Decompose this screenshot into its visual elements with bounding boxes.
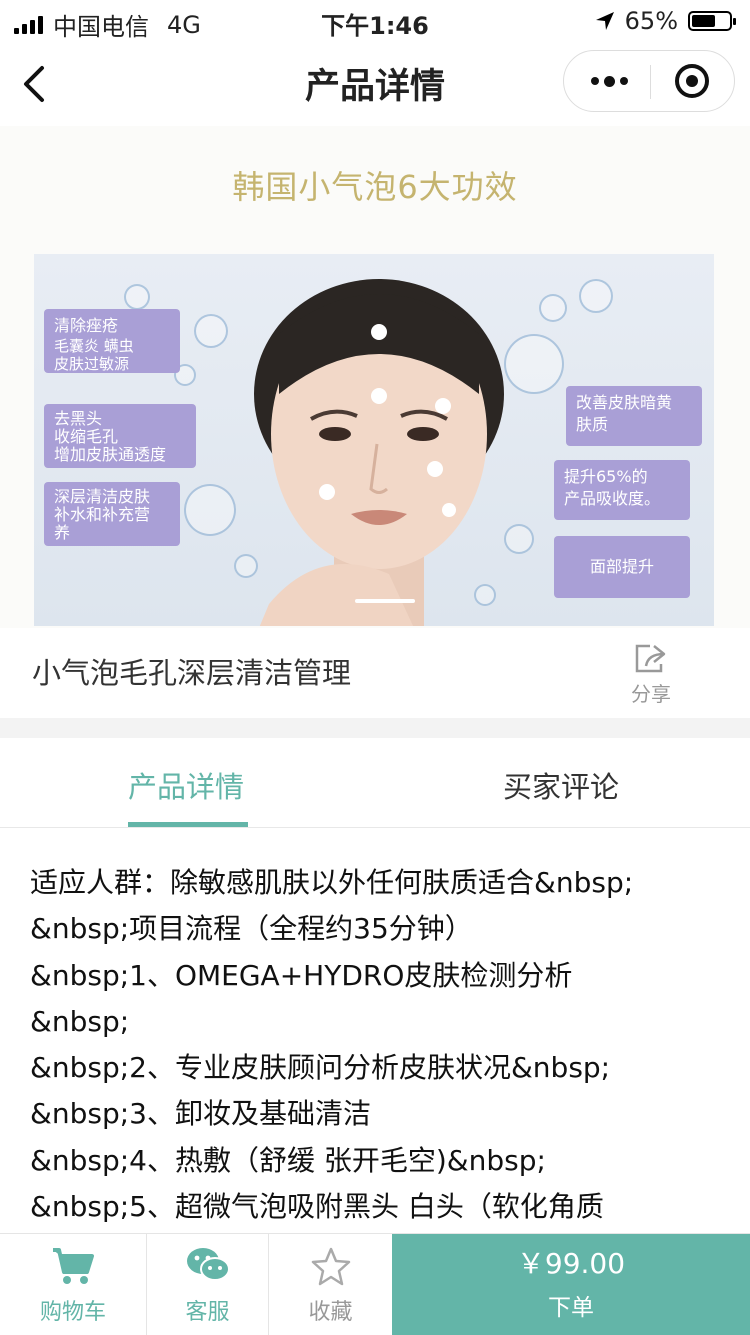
order-price: ￥99.00	[516, 1247, 626, 1280]
nav-bar: 产品详情	[0, 42, 750, 126]
description-line: &nbsp;	[30, 1004, 130, 1038]
tag-line: 增加皮肤通透度	[54, 445, 167, 464]
bubble-decor	[184, 484, 236, 536]
bubble-decor	[579, 279, 613, 313]
tag-line: 皮肤过敏源	[54, 355, 130, 373]
tag-line: 去黑头	[54, 409, 103, 428]
star-icon	[311, 1247, 350, 1286]
location-arrow-icon	[595, 12, 614, 30]
effect-tag-right-1: 改善皮肤暗黄 肤质	[566, 386, 702, 446]
description-line: &nbsp;4、热敷（舒缓 张开毛空)&nbsp;	[30, 1143, 546, 1177]
capsule-divider	[650, 65, 651, 99]
place-order-button[interactable]: ￥99.00 下单	[392, 1234, 750, 1335]
description-line: &nbsp;1、OMEGA+HYDRO皮肤检测分析	[30, 958, 573, 992]
share-label: 分享	[631, 682, 671, 706]
active-tab-indicator	[128, 822, 248, 827]
product-description: 适应人群：除敏感肌肤以外任何肤质适合&nbsp; &nbsp;项目流程（全程约3…	[30, 860, 730, 1230]
mini-program-capsule	[563, 50, 735, 112]
status-right: 65%	[595, 7, 736, 35]
service-label: 客服	[185, 1300, 230, 1325]
battery-percent: 65%	[624, 7, 678, 35]
tag-line: 提升65%的	[564, 467, 648, 486]
product-image-carousel[interactable]: 韩国小气泡6大功效 清除痤疮 毛囊炎 螨虫 皮肤过敏源 去黑头 收缩毛孔 增加皮…	[0, 126, 750, 628]
favorite-label: 收藏	[308, 1300, 353, 1325]
cart-icon	[53, 1248, 94, 1284]
effect-tag-left-3: 深层清洁皮肤 补水和补充营 养	[44, 482, 180, 546]
target-icon[interactable]	[674, 63, 710, 99]
battery-icon	[688, 11, 736, 31]
carousel-indicator	[355, 599, 415, 603]
tag-line: 深层清洁皮肤	[54, 487, 151, 506]
wechat-icon	[186, 1248, 230, 1281]
status-bar: 中国电信 4G 下午1:46 65%	[0, 0, 750, 42]
tag-line: 肤质	[576, 415, 609, 434]
bubble-decor	[194, 314, 228, 348]
bottom-action-bar: 购物车 客服 收藏 ￥99.00 下单	[0, 1233, 750, 1335]
cart-label: 购物车	[39, 1300, 106, 1325]
effect-tag-left-2: 去黑头 收缩毛孔 增加皮肤通透度	[44, 404, 196, 468]
model-face-illustration	[254, 279, 504, 626]
description-line: &nbsp;项目流程（全程约35分钟）	[30, 912, 473, 946]
tab-buyer-reviews[interactable]: 买家评论	[503, 764, 619, 806]
bubble-decor	[539, 294, 567, 322]
bubble-decor	[124, 284, 150, 310]
share-button[interactable]: 分享	[622, 640, 680, 706]
customer-service-button[interactable]: 客服	[147, 1234, 268, 1335]
tab-product-detail[interactable]: 产品详情	[128, 764, 244, 806]
description-line: &nbsp;2、专业皮肤顾问分析皮肤状况&nbsp;	[30, 1051, 611, 1085]
tag-line: 养	[54, 523, 71, 542]
product-photo: 清除痤疮 毛囊炎 螨虫 皮肤过敏源 去黑头 收缩毛孔 增加皮肤通透度 深层清洁皮…	[34, 254, 714, 626]
tag-line: 改善皮肤暗黄	[576, 393, 673, 412]
tag-line: 清除痤疮	[54, 316, 119, 335]
favorite-button[interactable]: 收藏	[269, 1234, 392, 1335]
tag-line: 面部提升	[589, 557, 654, 576]
section-divider	[0, 718, 750, 738]
description-line: &nbsp;5、超微气泡吸附黑头 白头（软化角质	[30, 1190, 604, 1224]
order-label: 下单	[548, 1295, 594, 1321]
description-line: 适应人群：除敏感肌肤以外任何肤质适合&nbsp;	[30, 866, 634, 899]
effect-tag-left-1: 清除痤疮 毛囊炎 螨虫 皮肤过敏源	[44, 309, 180, 373]
effect-tag-right-2: 提升65%的 产品吸收度。	[554, 460, 690, 520]
more-dots-icon[interactable]	[588, 69, 630, 93]
detail-tabs: 产品详情 买家评论	[0, 738, 750, 828]
effect-tag-right-3: 面部提升	[554, 536, 690, 598]
tag-line: 收缩毛孔	[54, 427, 119, 446]
banner-headline: 韩国小气泡6大功效	[232, 168, 518, 206]
share-icon	[635, 644, 666, 673]
description-line: &nbsp;3、卸妆及基础清洁	[30, 1097, 371, 1131]
tag-line: 补水和补充营	[54, 505, 151, 524]
cart-button[interactable]: 购物车	[0, 1234, 146, 1335]
tag-line: 毛囊炎 螨虫	[54, 337, 134, 355]
tag-line: 产品吸收度。	[564, 489, 661, 508]
product-title: 小气泡毛孔深层清洁管理	[32, 656, 352, 690]
